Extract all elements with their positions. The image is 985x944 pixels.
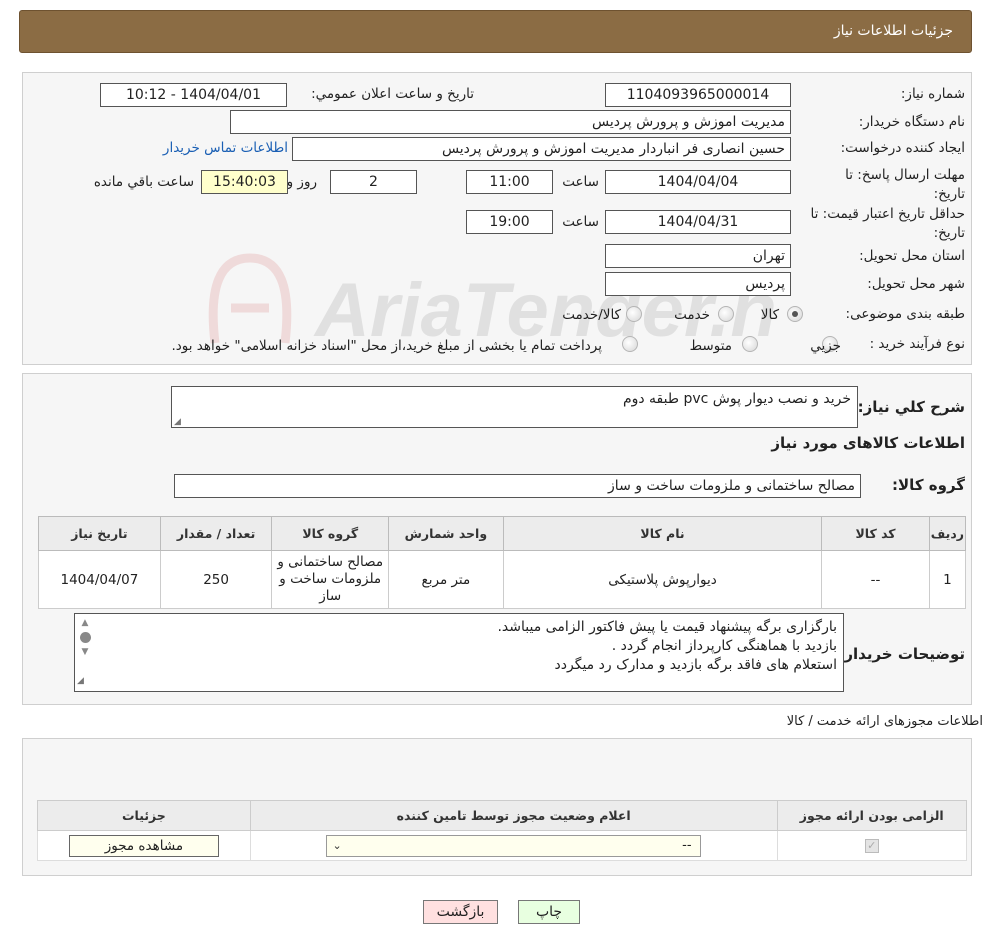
process-note: پرداخت تمام يا بخشی از مبلغ خريد،از محل … — [171, 338, 602, 354]
buyer-note-line: استعلام های فاقد برگه بازديد و مدارک رد … — [554, 657, 837, 673]
col-unit: واحد شمارش — [388, 516, 504, 551]
notes-scrollbar[interactable]: ▲ ▼ — [77, 617, 93, 675]
resize-grip-icon[interactable]: ◢ — [174, 417, 181, 427]
goods-table: رديف کد کالا نام کالا واحد شمارش گروه کا… — [38, 516, 967, 609]
goods-table-header-row: رديف کد کالا نام کالا واحد شمارش گروه کا… — [38, 516, 967, 551]
buyer-note-line: بارگزاری برگه پيشنهاد قيمت يا پيش فاکتور… — [497, 619, 837, 635]
col-name: نام کالا — [502, 516, 823, 551]
cell-code: -- — [821, 550, 930, 609]
buyer-notes-label: توضيحات خريدار: — [838, 645, 965, 663]
category-option-service: خدمت — [674, 307, 710, 323]
announce-field: 1404/04/01 - 10:12 — [100, 83, 287, 107]
buyer-notes-textarea[interactable]: بارگزاری برگه پيشنهاد قيمت يا پيش فاکتور… — [74, 613, 844, 692]
license-required-checkbox[interactable]: ✓ — [864, 839, 879, 853]
description-text: خريد و نصب ديوار پوش pvc طبقه دوم — [622, 391, 851, 407]
col-row: رديف — [928, 516, 967, 551]
scroll-up-icon[interactable]: ▲ — [77, 617, 93, 629]
announce-label: تاريخ و ساعت اعلان عمومي: — [311, 86, 474, 102]
col-license-details: جزئيات — [37, 800, 251, 831]
process-option-minor: جزيي — [810, 338, 841, 354]
scroll-down-icon[interactable]: ▼ — [77, 646, 93, 658]
table-row: 1 -- ديوارپوش پلاستيکی متر مربع مصالح سا… — [38, 550, 967, 609]
col-code: کد کالا — [821, 516, 930, 551]
col-license-status: اعلام وضعيت مجوز توسط تامين کننده — [249, 800, 778, 831]
process-type-label: نوع فرآيند خريد : — [869, 336, 965, 352]
goods-group-field: مصالح ساختمانی و ملزومات ساخت و ساز — [174, 474, 861, 498]
need-number-field: 1104093965000014 — [605, 83, 791, 107]
category-radio-service[interactable] — [718, 306, 734, 322]
view-license-button[interactable]: مشاهده مجوز — [68, 834, 219, 857]
goods-group-label: گروه کالا: — [892, 476, 965, 494]
reply-deadline-label: مهلت ارسال پاسخ: تا تاريخ: — [845, 167, 965, 202]
resize-grip-icon[interactable]: ◢ — [77, 672, 84, 691]
process-radio-medium[interactable] — [742, 336, 758, 352]
reply-date-field: 1404/04/04 — [605, 170, 791, 194]
col-license-required: الزامی بودن ارائه مجوز — [776, 800, 968, 831]
requester-label: ايجاد کننده درخواست: — [840, 140, 965, 156]
remaining-label: ساعت باقي مانده — [93, 174, 194, 190]
cell-group: مصالح ساختمانی و ملزومات ساخت و ساز — [271, 550, 390, 609]
licenses-title: اطلاعات مجوزهای ارائه خدمت / کالا — [786, 714, 983, 729]
validity-label: حداقل تاريخ اعتبار قيمت: تا تاريخ: — [810, 206, 965, 241]
cell-unit: متر مربع — [388, 550, 504, 609]
table-row: ✓ -- ⌄ مشاهده مجوز — [37, 830, 968, 861]
licenses-header-row: الزامی بودن ارائه مجوز اعلام وضعيت مجوز … — [37, 800, 968, 831]
back-button[interactable]: بازگشت — [423, 900, 498, 924]
col-group: گروه کالا — [271, 516, 390, 551]
validity-time-label: ساعت — [562, 214, 599, 230]
process-option-medium: متوسط — [689, 338, 732, 354]
validity-time-field: 19:00 — [466, 210, 553, 234]
remaining-time-field: 15:40:03 — [201, 170, 288, 194]
chevron-down-icon: ⌄ — [332, 838, 342, 852]
process-radio-treasury[interactable] — [622, 336, 638, 352]
reply-time-label: ساعت — [562, 174, 599, 190]
province-label: استان محل تحويل: — [859, 248, 965, 264]
description-label: شرح كلي نياز: — [857, 398, 965, 416]
cell-qty: 250 — [159, 550, 273, 609]
city-label: شهر محل تحويل: — [867, 276, 965, 292]
license-status-select[interactable]: -- ⌄ — [325, 834, 701, 857]
page-title: جزئیات اطلاعات نیاز — [833, 23, 953, 39]
requester-field: حسين انصاری فر انباردار مديريت اموزش و پ… — [292, 137, 791, 161]
category-radio-goods[interactable] — [787, 306, 803, 322]
cell-name: ديوارپوش پلاستيکی — [502, 550, 823, 609]
days-field: 2 — [330, 170, 417, 194]
days-label: روز و — [286, 174, 317, 190]
category-option-goods: کالا — [760, 307, 779, 323]
province-field: تهران — [605, 244, 791, 268]
print-button[interactable]: چاپ — [518, 900, 580, 924]
goods-info-title: اطلاعات کالاهای مورد نياز — [771, 434, 965, 452]
licenses-table: الزامی بودن ارائه مجوز اعلام وضعيت مجوز … — [37, 800, 968, 861]
buyer-org-field: مديريت اموزش و پرورش پرديس — [230, 110, 791, 134]
category-label: طبقه بندی موضوعی: — [845, 306, 965, 322]
col-date: تاريخ نياز — [38, 516, 161, 551]
city-field: پرديس — [605, 272, 791, 296]
page-header: جزئیات اطلاعات نیاز — [19, 10, 972, 53]
description-textarea[interactable]: خريد و نصب ديوار پوش pvc طبقه دوم ◢ — [171, 386, 858, 428]
buyer-note-line: بازديد با هماهنگی کارپرداز انجام گردد . — [611, 638, 837, 654]
buyer-org-label: نام دستگاه خريدار: — [858, 114, 965, 130]
reply-time-field: 11:00 — [466, 170, 553, 194]
need-number-label: شماره نیاز: — [900, 86, 965, 102]
col-qty: تعداد / مقدار — [159, 516, 273, 551]
category-radio-goods-service[interactable] — [626, 306, 642, 322]
category-option-goods-service: کالا/خدمت — [562, 307, 621, 323]
cell-date: 1404/04/07 — [38, 550, 161, 609]
buyer-contact-link[interactable]: اطلاعات تماس خريدار — [163, 140, 288, 156]
cell-row: 1 — [928, 550, 967, 609]
license-status-value: -- — [682, 837, 692, 853]
validity-date-field: 1404/04/31 — [605, 210, 791, 234]
scroll-thumb[interactable] — [79, 632, 91, 643]
